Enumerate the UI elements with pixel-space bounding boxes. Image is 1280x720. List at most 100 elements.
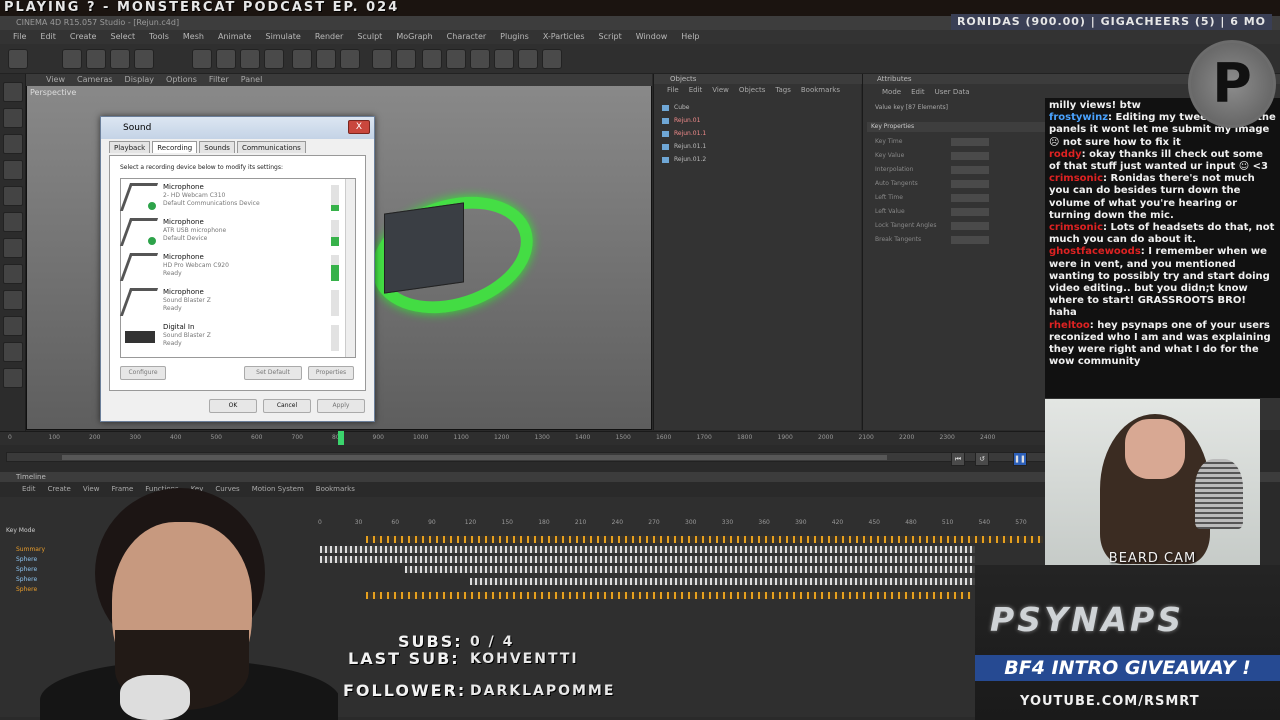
axis-x-icon[interactable] (192, 49, 212, 69)
objects-menu-item[interactable]: Objects (734, 86, 770, 96)
key-properties-section[interactable]: Key Properties (867, 122, 1047, 132)
left-tool-icon[interactable] (3, 342, 23, 362)
tab-sounds[interactable]: Sounds (199, 141, 235, 153)
objects-menu-item[interactable]: View (707, 86, 734, 96)
recording-device[interactable]: Microphone Sound Blaster Z Ready (119, 286, 341, 320)
track-name[interactable]: Sphere (16, 586, 37, 593)
object-row[interactable]: Rejun.01.2 (660, 154, 750, 166)
key-property-field[interactable] (951, 194, 989, 202)
coord-icon[interactable] (264, 49, 284, 69)
cube-icon[interactable] (372, 49, 392, 69)
render-icon[interactable] (292, 49, 312, 69)
left-tool-icon[interactable] (3, 212, 23, 232)
left-tool-icon[interactable] (3, 186, 23, 206)
go-to-start-icon[interactable]: ⏮ (951, 452, 965, 466)
menu-item[interactable]: Plugins (493, 30, 536, 44)
keyframe-track[interactable] (470, 578, 975, 585)
viewport-menu-item[interactable]: Filter (203, 74, 235, 86)
object-row[interactable]: Rejun.01.1 (660, 141, 750, 153)
timeline-ruler[interactable]: 0100200300400500600700800900100011001200… (0, 431, 1045, 445)
attributes-menu-item[interactable]: Mode (877, 88, 906, 96)
left-tool-icon[interactable] (3, 290, 23, 310)
select-icon[interactable] (86, 49, 106, 69)
render-settings-icon[interactable] (340, 49, 360, 69)
properties-button[interactable]: Properties (308, 366, 354, 380)
playhead[interactable] (338, 431, 344, 445)
track-name[interactable]: Sphere (16, 576, 37, 583)
menu-item[interactable]: X-Particles (536, 30, 592, 44)
key-property-field[interactable] (951, 208, 989, 216)
left-tool-icon[interactable] (3, 264, 23, 284)
track-name[interactable]: Sphere (16, 556, 37, 563)
close-button[interactable]: X (348, 120, 370, 134)
axis-z-icon[interactable] (240, 49, 260, 69)
left-tool-icon[interactable] (3, 108, 23, 128)
chat-username[interactable]: crimsonic (1049, 173, 1103, 184)
subdivision-icon[interactable] (422, 49, 442, 69)
key-property-field[interactable] (951, 236, 989, 244)
ok-button[interactable]: OK (209, 399, 257, 413)
objects-menu-item[interactable]: File (662, 86, 684, 96)
cancel-button[interactable]: Cancel (263, 399, 311, 413)
keyframe-track[interactable] (320, 556, 975, 563)
left-tool-icon[interactable] (3, 238, 23, 258)
key-property-field[interactable] (951, 166, 989, 174)
menu-item[interactable]: Edit (33, 30, 63, 44)
device-list-scrollbar[interactable] (345, 179, 355, 357)
chat-username[interactable]: ghostfacewoods (1049, 246, 1141, 257)
objects-menu-item[interactable]: Edit (684, 86, 708, 96)
track-name[interactable]: Summary (16, 546, 45, 553)
viewport-menu-item[interactable]: Options (160, 74, 203, 86)
scale-icon[interactable] (110, 49, 130, 69)
key-property-field[interactable] (951, 138, 989, 146)
tab-playback[interactable]: Playback (109, 141, 151, 153)
rotate-icon[interactable] (134, 49, 154, 69)
menu-item[interactable]: Tools (142, 30, 176, 44)
attributes-menu-item[interactable]: Edit (906, 88, 930, 96)
menu-item[interactable]: Help (674, 30, 706, 44)
axis-y-icon[interactable] (216, 49, 236, 69)
menu-item[interactable]: Sculpt (350, 30, 389, 44)
key-property-field[interactable] (951, 180, 989, 188)
menu-item[interactable]: Create (63, 30, 104, 44)
keyframe-track[interactable] (320, 546, 975, 553)
chat-username[interactable]: frostywinz (1049, 112, 1108, 123)
left-tool-icon[interactable] (3, 134, 23, 154)
menu-item[interactable]: File (6, 30, 33, 44)
object-row[interactable]: Cube (660, 102, 750, 114)
chat-username[interactable]: roddy (1049, 149, 1082, 160)
menu-item[interactable]: MoGraph (389, 30, 439, 44)
apply-button[interactable]: Apply (317, 399, 365, 413)
menu-item[interactable]: Animate (211, 30, 259, 44)
loop-icon[interactable]: ↺ (975, 452, 989, 466)
cube-object[interactable] (384, 202, 464, 294)
menu-item[interactable]: Window (629, 30, 675, 44)
configure-button[interactable]: Configure (120, 366, 166, 380)
tab-recording[interactable]: Recording (152, 141, 198, 153)
scene-icon[interactable] (494, 49, 514, 69)
objects-menu-item[interactable]: Bookmarks (796, 86, 845, 96)
chat-username[interactable]: rheltoo (1049, 320, 1090, 331)
render-view-icon[interactable] (316, 49, 336, 69)
recording-device[interactable]: Microphone ATR USB microphone Default Devi… (119, 216, 341, 250)
viewport-menu-item[interactable]: Panel (235, 74, 269, 86)
deformer-icon[interactable] (470, 49, 490, 69)
pause-icon[interactable]: ❚❚ (1013, 452, 1027, 466)
chat-username[interactable]: crimsonic (1049, 222, 1103, 233)
light-icon[interactable] (542, 49, 562, 69)
object-row[interactable]: Rejun.01 (660, 115, 750, 127)
attributes-menu-item[interactable]: User Data (930, 88, 975, 96)
recording-device[interactable]: Digital In Sound Blaster Z Ready (123, 321, 341, 355)
move-icon[interactable] (62, 49, 82, 69)
array-icon[interactable] (446, 49, 466, 69)
recording-device[interactable]: Microphone HD Pro Webcam C920 Ready (119, 251, 341, 285)
undo-icon[interactable] (8, 49, 28, 69)
keyframe-track[interactable] (366, 592, 971, 599)
viewport-menu-item[interactable]: Cameras (71, 74, 119, 86)
key-property-field[interactable] (951, 152, 989, 160)
menu-item[interactable]: Select (103, 30, 142, 44)
keyframe-track[interactable] (366, 536, 1043, 543)
objects-menu-item[interactable]: Tags (770, 86, 796, 96)
left-tool-icon[interactable] (3, 82, 23, 102)
menu-item[interactable]: Mesh (176, 30, 211, 44)
